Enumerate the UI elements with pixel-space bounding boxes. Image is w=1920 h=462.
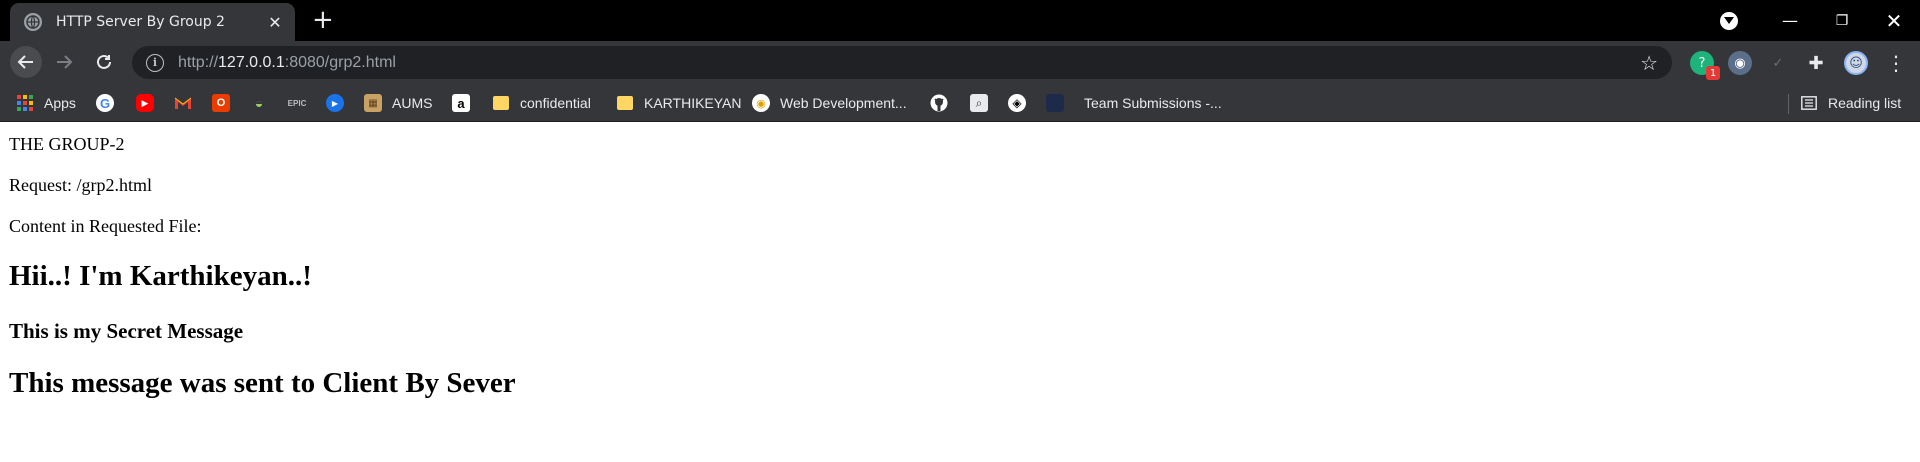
grammarly-extension-icon[interactable]: ? 1 — [1690, 51, 1720, 80]
bookmark-office[interactable]: O — [212, 84, 230, 122]
bookmark-label: confidential — [520, 95, 591, 111]
maximize-button[interactable]: ❐ — [1822, 0, 1862, 41]
reading-list-icon — [1800, 94, 1818, 112]
browser-tab[interactable]: HTTP Server By Group 2 ✕ — [10, 3, 295, 41]
bookmark-label: AUMS — [392, 95, 433, 111]
bookmark-apps[interactable]: Apps — [16, 84, 76, 122]
bookmark-star-icon[interactable]: ☆ — [1640, 51, 1658, 75]
aums-icon: ▦ — [364, 94, 382, 112]
bookmark-play[interactable]: ▶ — [326, 84, 344, 122]
search-icon: ⌕ — [970, 94, 988, 112]
owl-extension-icon[interactable]: ◉ — [1728, 51, 1752, 75]
forward-button[interactable] — [48, 46, 80, 78]
extension-badge: 1 — [1706, 66, 1720, 80]
bookmark-aums[interactable]: ▦ AUMS — [364, 84, 432, 122]
request-text: Request: /grp2.html — [9, 175, 152, 195]
amazon-icon: a — [452, 94, 470, 112]
disabled-extension-icon[interactable]: ✓ — [1766, 51, 1790, 75]
bookmark-label: Apps — [44, 95, 76, 111]
youtube-icon: ▶ — [136, 94, 154, 112]
bookmark-google[interactable]: G — [96, 84, 114, 122]
title-bar: HTTP Server By Group 2 ✕ + — ❐ ✕ — [0, 0, 1920, 41]
page-content: THE GROUP-2 Request: /grp2.html Content … — [0, 123, 1920, 462]
bookmark-amazon[interactable]: a — [452, 84, 470, 122]
puzzle-extensions-icon[interactable]: ✚ — [1804, 51, 1828, 75]
github-icon — [930, 94, 948, 112]
back-button[interactable] — [10, 46, 42, 78]
profile-dropdown-icon[interactable] — [1716, 0, 1742, 41]
gmail-icon — [174, 94, 192, 112]
sent-message-heading: This message was sent to Client By Sever — [9, 367, 516, 399]
folder-icon — [492, 94, 510, 112]
group-name-text: THE GROUP-2 — [9, 134, 125, 154]
bookmark-extension[interactable]: ◒ — [250, 84, 268, 122]
browser-toolbar: i http://127.0.0.1:8080/grp2.html ☆ ? 1 ◉… — [0, 41, 1920, 84]
tab-title: HTTP Server By Group 2 — [56, 14, 225, 30]
bookmark-epic[interactable]: EPIC — [287, 84, 307, 122]
codepen-icon: ◈ — [1008, 94, 1026, 112]
minimize-button[interactable]: — — [1770, 0, 1810, 41]
extension-icon: ◒ — [254, 95, 264, 111]
bookmark-team-submissions[interactable]: Team Submissions -... — [1046, 84, 1222, 122]
bookmark-github[interactable] — [930, 84, 948, 122]
bookmark-karthikeyan[interactable]: KARTHIKEYAN — [616, 84, 742, 122]
new-tab-button[interactable]: + — [312, 6, 334, 34]
team-icon — [1046, 94, 1064, 112]
secret-message-heading: This is my Secret Message — [9, 319, 244, 343]
bookmark-label: KARTHIKEYAN — [644, 95, 742, 111]
kebab-menu-icon[interactable]: ⋮ — [1884, 51, 1908, 75]
bookmark-label: Team Submissions -... — [1084, 95, 1222, 111]
bookmark-youtube[interactable]: ▶ — [136, 84, 154, 122]
google-icon: G — [96, 94, 114, 112]
close-window-button[interactable]: ✕ — [1874, 0, 1914, 41]
bookmarks-divider — [1788, 94, 1789, 114]
bookmark-codepen[interactable]: ◈ — [1008, 84, 1026, 122]
apps-grid-icon — [16, 94, 34, 112]
office-icon: O — [212, 94, 230, 112]
arrow-right-icon — [57, 55, 73, 69]
info-icon[interactable]: i — [146, 53, 164, 72]
content-label-text: Content in Requested File: — [9, 216, 202, 236]
globe-icon — [24, 13, 42, 31]
arrow-left-icon — [17, 55, 33, 69]
address-bar[interactable]: i http://127.0.0.1:8080/grp2.html ☆ — [132, 46, 1672, 79]
reload-button[interactable] — [88, 46, 120, 78]
bookmark-gmail[interactable] — [174, 84, 192, 122]
profile-avatar[interactable]: ☺ — [1844, 51, 1868, 75]
epic-icon: EPIC — [287, 98, 307, 108]
bookmarks-bar: Apps G ▶ O ◒ EPIC ▶ ▦ AUMS a confidentia… — [0, 84, 1920, 122]
tab-close-icon[interactable]: ✕ — [265, 13, 285, 32]
bookmark-label: Web Development... — [780, 95, 907, 111]
bookmark-search[interactable]: ⌕ — [970, 84, 988, 122]
bookmark-confidential[interactable]: confidential — [492, 84, 591, 122]
bookmark-web-development[interactable]: ◉ Web Development... — [752, 84, 907, 122]
folder-icon — [616, 94, 634, 112]
reading-list-label: Reading list — [1828, 95, 1902, 111]
webdev-icon: ◉ — [752, 94, 770, 112]
greeting-heading: Hii..! I'm Karthikeyan..! — [9, 260, 312, 292]
reload-icon — [97, 54, 111, 69]
reading-list-button[interactable]: Reading list — [1800, 84, 1901, 122]
url-text[interactable]: http://127.0.0.1:8080/grp2.html — [178, 54, 396, 72]
play-icon: ▶ — [326, 94, 344, 112]
